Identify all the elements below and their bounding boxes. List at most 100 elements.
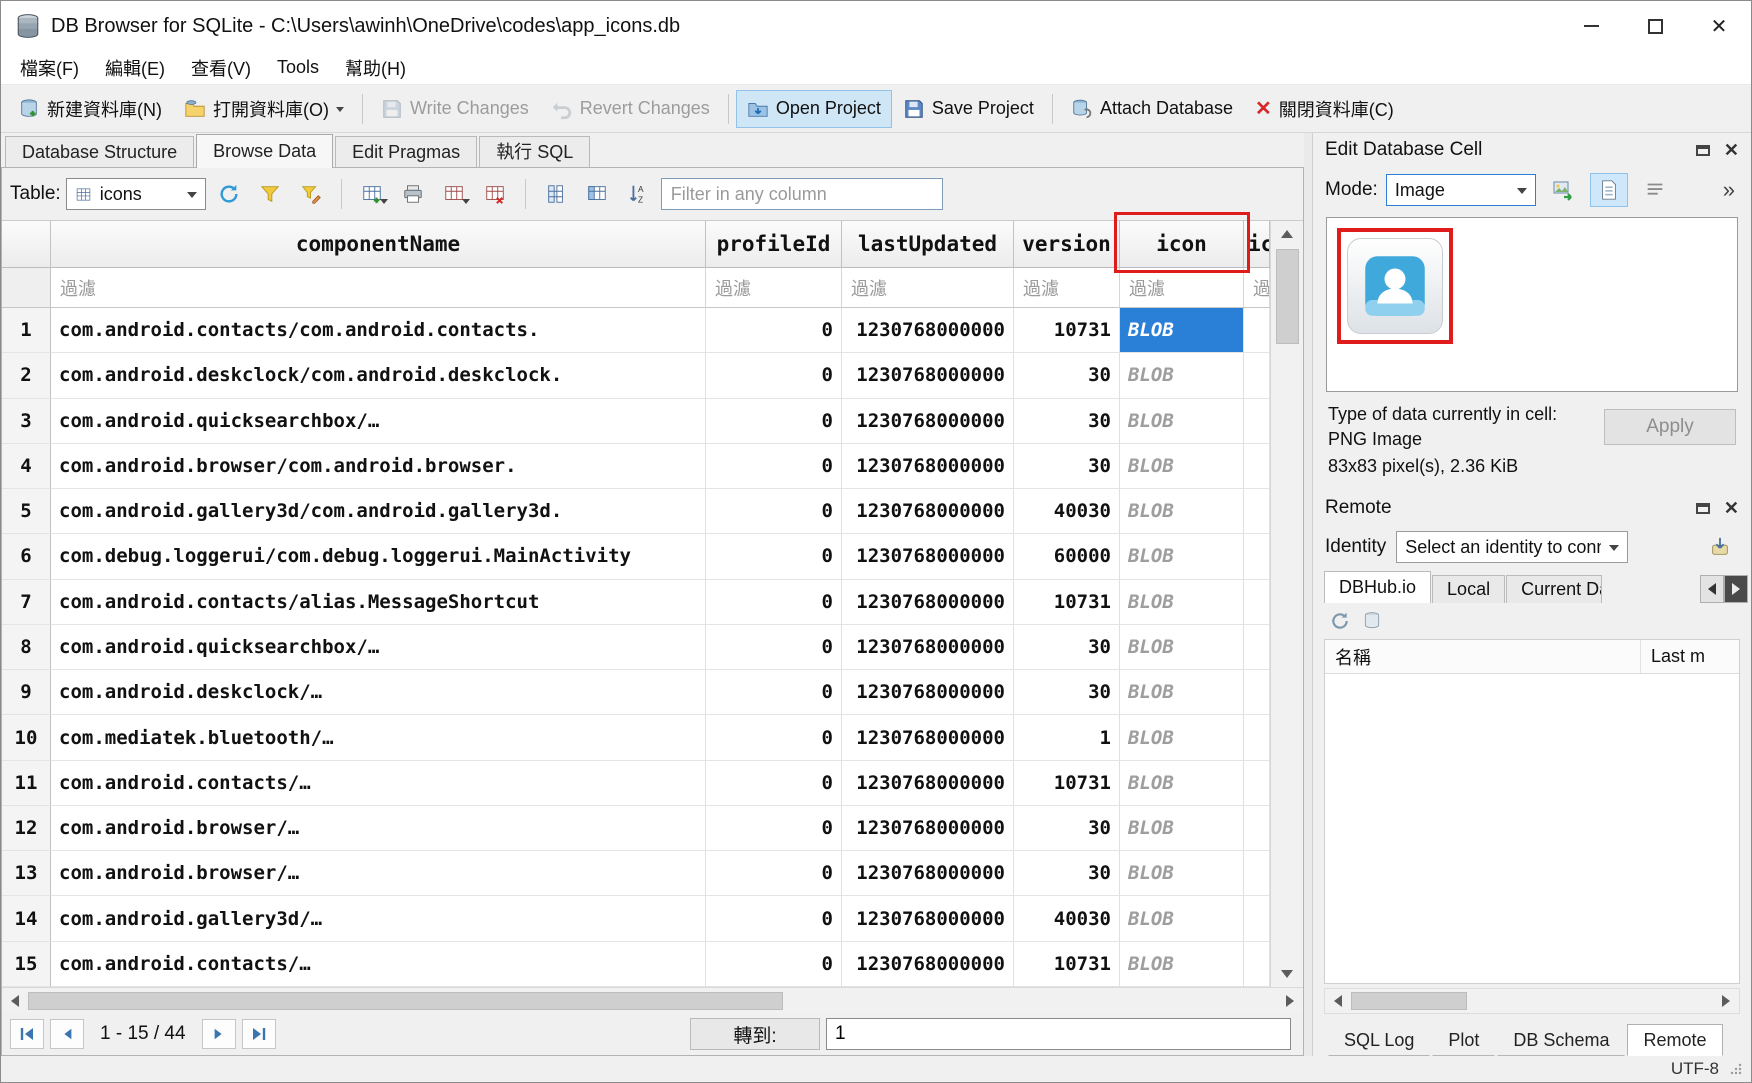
cell-version[interactable]: 10731	[1014, 942, 1120, 987]
table-row[interactable]: 12 com.android.browser/… 0 1230768000000…	[2, 806, 1270, 851]
cell-lastUpdated[interactable]: 1230768000000	[842, 399, 1014, 444]
cell-version[interactable]: 30	[1014, 670, 1120, 715]
open-database-dropdown-icon[interactable]	[336, 107, 344, 116]
menu-edit[interactable]: 編輯(E)	[92, 51, 178, 85]
cell-extra[interactable]	[1244, 489, 1270, 534]
next-page-button[interactable]	[202, 1019, 236, 1049]
scroll-up-button[interactable]	[1271, 221, 1303, 247]
cell-componentName[interactable]: com.android.browser/…	[51, 851, 706, 896]
clear-filters-button[interactable]	[252, 176, 288, 212]
table-row[interactable]: 1 com.android.contacts/com.android.conta…	[2, 308, 1270, 353]
horizontal-scrollbar-thumb[interactable]	[28, 992, 783, 1010]
row-number[interactable]: 4	[2, 444, 51, 489]
table-row[interactable]: 3 com.android.quicksearchbox/… 0 1230768…	[2, 399, 1270, 444]
cell-profileId[interactable]: 0	[706, 489, 842, 534]
tab-scroll-left-button[interactable]	[1700, 575, 1724, 603]
cell-profileId[interactable]: 0	[706, 896, 842, 941]
row-number[interactable]: 10	[2, 715, 51, 760]
cell-profileId[interactable]: 0	[706, 580, 842, 625]
identity-select[interactable]: Select an identity to conne	[1396, 531, 1628, 563]
cell-version[interactable]: 30	[1014, 353, 1120, 398]
float-dock-icon[interactable]	[1696, 503, 1710, 514]
toolbar-overflow-icon[interactable]: »	[1723, 177, 1739, 203]
cell-componentName[interactable]: com.debug.loggerui/com.debug.loggerui.Ma…	[51, 534, 706, 579]
table-row[interactable]: 6 com.debug.loggerui/com.debug.loggerui.…	[2, 534, 1270, 579]
cell-profileId[interactable]: 0	[706, 625, 842, 670]
cell-version[interactable]: 30	[1014, 851, 1120, 896]
cell-extra[interactable]	[1244, 715, 1270, 760]
revert-changes-button[interactable]: Revert Changes	[540, 90, 721, 128]
tab-edit-pragmas[interactable]: Edit Pragmas	[335, 136, 477, 167]
encoding-label[interactable]: UTF-8	[1671, 1059, 1719, 1079]
cell-profileId[interactable]: 0	[706, 761, 842, 806]
filter-profileId[interactable]: 過濾	[706, 268, 842, 308]
filter-any-column-input[interactable]	[661, 178, 943, 210]
cell-componentName[interactable]: com.android.contacts/…	[51, 761, 706, 806]
cell-extra[interactable]	[1244, 444, 1270, 489]
table-row[interactable]: 15 com.android.contacts/… 0 123076800000…	[2, 942, 1270, 987]
cell-profileId[interactable]: 0	[706, 851, 842, 896]
cell-extra[interactable]	[1244, 534, 1270, 579]
table-row[interactable]: 8 com.android.quicksearchbox/… 0 1230768…	[2, 625, 1270, 670]
cell-componentName[interactable]: com.android.contacts/alias.MessageShortc…	[51, 580, 706, 625]
cell-profileId[interactable]: 0	[706, 399, 842, 444]
save-project-button[interactable]: Save Project	[892, 90, 1045, 128]
cell-componentName[interactable]: com.android.deskclock/com.android.deskcl…	[51, 353, 706, 398]
vertical-scrollbar-thumb[interactable]	[1276, 249, 1299, 344]
text-mode-button[interactable]	[1636, 173, 1674, 207]
cell-version[interactable]: 30	[1014, 625, 1120, 670]
cell-extra[interactable]	[1244, 670, 1270, 715]
cell-extra[interactable]	[1244, 353, 1270, 398]
cell-lastUpdated[interactable]: 1230768000000	[842, 534, 1014, 579]
cell-version[interactable]: 30	[1014, 444, 1120, 489]
cell-icon[interactable]: BLOB	[1120, 308, 1244, 353]
scroll-down-button[interactable]	[1271, 961, 1303, 987]
cell-icon[interactable]: BLOB	[1120, 715, 1244, 760]
cell-lastUpdated[interactable]: 1230768000000	[842, 896, 1014, 941]
cell-version[interactable]: 30	[1014, 399, 1120, 444]
corner-header[interactable]	[2, 221, 51, 268]
cell-version[interactable]: 30	[1014, 806, 1120, 851]
cell-componentName[interactable]: com.android.browser/com.android.browser.	[51, 444, 706, 489]
remote-clone-database-icon[interactable]	[1362, 611, 1382, 631]
cell-componentName[interactable]: com.android.contacts/com.android.contact…	[51, 308, 706, 353]
scroll-left-button[interactable]	[2, 988, 28, 1013]
row-number[interactable]: 15	[2, 942, 51, 987]
cell-lastUpdated[interactable]: 1230768000000	[842, 353, 1014, 398]
column-header-partial[interactable]: ic	[1244, 221, 1270, 268]
column-header-componentName[interactable]: componentName	[51, 221, 706, 268]
apply-button[interactable]: Apply	[1604, 409, 1736, 445]
cell-version[interactable]: 40030	[1014, 896, 1120, 941]
filter-version[interactable]: 過濾	[1014, 268, 1120, 308]
cell-lastUpdated[interactable]: 1230768000000	[842, 761, 1014, 806]
cell-extra[interactable]	[1244, 806, 1270, 851]
row-number[interactable]: 9	[2, 670, 51, 715]
filter-partial[interactable]: 過濾	[1244, 268, 1270, 308]
cell-profileId[interactable]: 0	[706, 942, 842, 987]
cell-version[interactable]: 40030	[1014, 489, 1120, 534]
row-number[interactable]: 2	[2, 353, 51, 398]
menu-tools[interactable]: Tools	[264, 53, 332, 82]
close-dock-icon[interactable]: ✕	[1724, 140, 1739, 161]
cell-lastUpdated[interactable]: 1230768000000	[842, 670, 1014, 715]
cell-componentName[interactable]: com.android.contacts/…	[51, 942, 706, 987]
row-number[interactable]: 13	[2, 851, 51, 896]
cell-lastUpdated[interactable]: 1230768000000	[842, 580, 1014, 625]
row-number[interactable]: 11	[2, 761, 51, 806]
cell-icon[interactable]: BLOB	[1120, 353, 1244, 398]
goto-record-input[interactable]	[826, 1018, 1291, 1050]
close-dock-icon[interactable]: ✕	[1724, 498, 1739, 519]
row-number[interactable]: 14	[2, 896, 51, 941]
table-row[interactable]: 4 com.android.browser/com.android.browse…	[2, 444, 1270, 489]
cell-componentName[interactable]: com.android.gallery3d/…	[51, 896, 706, 941]
export-data-button[interactable]	[1590, 173, 1628, 207]
write-changes-button[interactable]: Write Changes	[370, 90, 540, 128]
cell-version[interactable]: 60000	[1014, 534, 1120, 579]
table-row[interactable]: 14 com.android.gallery3d/… 0 12307680000…	[2, 896, 1270, 941]
table-select[interactable]: icons	[66, 178, 206, 210]
row-number[interactable]: 5	[2, 489, 51, 534]
cell-lastUpdated[interactable]: 1230768000000	[842, 851, 1014, 896]
sort-az-button[interactable]: AZ	[620, 176, 656, 212]
cell-extra[interactable]	[1244, 896, 1270, 941]
cell-profileId[interactable]: 0	[706, 806, 842, 851]
